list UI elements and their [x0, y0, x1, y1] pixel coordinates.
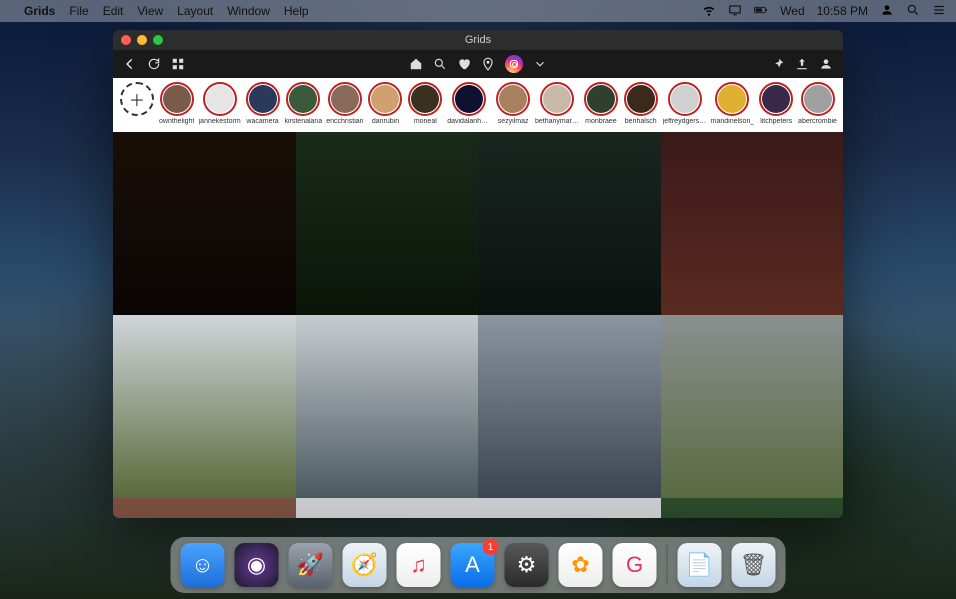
wifi-icon[interactable]: [702, 3, 716, 20]
story-username: ericchristian: [326, 118, 363, 125]
story-item[interactable]: mandinelson_: [711, 82, 755, 125]
story-item[interactable]: benhalsch: [623, 82, 659, 125]
feed-tile[interactable]: [296, 498, 479, 518]
dock-doc[interactable]: 📄: [678, 543, 722, 587]
dock-app-finder[interactable]: ☺: [181, 543, 225, 587]
window-title: Grids: [113, 34, 843, 46]
story-item[interactable]: wacamera: [245, 82, 281, 125]
menubar-item-window[interactable]: Window: [227, 4, 270, 18]
feed-tile[interactable]: [113, 498, 296, 518]
story-item[interactable]: abercrombie: [798, 82, 837, 125]
feed-tile[interactable]: [113, 132, 296, 315]
story-username: bethanymari...: [535, 118, 579, 125]
battery-icon[interactable]: [754, 3, 768, 20]
profile-icon[interactable]: [819, 57, 833, 71]
feed-tile[interactable]: [478, 132, 661, 315]
spotlight-icon[interactable]: [906, 3, 920, 20]
menubar-item-help[interactable]: Help: [284, 4, 309, 18]
story-username: sezyilmaz: [498, 118, 529, 125]
dock-app-music[interactable]: ♫: [397, 543, 441, 587]
instagram-icon[interactable]: [505, 55, 523, 73]
menubar-app-name[interactable]: Grids: [24, 4, 55, 18]
dock-app-safari[interactable]: 🧭: [343, 543, 387, 587]
story-item[interactable]: ownthelight: [159, 82, 195, 125]
story-item[interactable]: monbraee: [583, 82, 619, 125]
feed-tile[interactable]: [113, 315, 296, 498]
feed-tile[interactable]: [661, 315, 844, 498]
story-item[interactable]: danrubin: [368, 82, 404, 125]
macos-dock: ☺◉🚀🧭♫A1⚙✿G 📄🗑: [171, 537, 786, 593]
story-username: jeffreydgerson: [663, 118, 707, 125]
story-username: monbraee: [585, 118, 617, 125]
story-username: benhalsch: [625, 118, 657, 125]
story-item[interactable]: ericchristian: [326, 82, 363, 125]
dock-app-siri[interactable]: ◉: [235, 543, 279, 587]
story-item[interactable]: kirstenalana: [284, 82, 322, 125]
story-username: davidalanhar...: [447, 118, 491, 125]
menubar-time[interactable]: 10:58 PM: [817, 4, 868, 18]
location-icon[interactable]: [481, 57, 495, 71]
story-item[interactable]: sezyilmaz: [495, 82, 531, 125]
refresh-icon[interactable]: [147, 57, 161, 71]
search-icon[interactable]: [433, 57, 447, 71]
story-username: litchpeters: [760, 118, 792, 125]
story-username: danrubin: [372, 118, 399, 125]
menubar-item-layout[interactable]: Layout: [177, 4, 213, 18]
story-username: ownthelight: [159, 118, 194, 125]
story-username: jannekestorm: [199, 118, 241, 125]
app-toolbar: [113, 50, 843, 78]
dock-app-store[interactable]: A1: [451, 543, 495, 587]
feed-tile[interactable]: [296, 132, 479, 315]
notification-center-icon[interactable]: [932, 3, 946, 20]
window-titlebar[interactable]: Grids: [113, 30, 843, 50]
feed-tile[interactable]: [478, 315, 661, 498]
user-icon[interactable]: [880, 3, 894, 20]
dock-app-grids[interactable]: G: [613, 543, 657, 587]
story-item[interactable]: litchpeters: [758, 82, 794, 125]
menubar-day[interactable]: Wed: [780, 4, 804, 18]
story-username: mandinelson_: [711, 118, 755, 125]
story-item[interactable]: davidalanhar...: [447, 82, 491, 125]
chevron-down-icon[interactable]: [533, 57, 547, 71]
dock-app-sysprefs[interactable]: ⚙: [505, 543, 549, 587]
pin-icon[interactable]: [771, 57, 785, 71]
dock-badge: 1: [483, 539, 499, 555]
feed-tile[interactable]: [661, 132, 844, 315]
story-item[interactable]: jannekestorm: [199, 82, 241, 125]
dock-app-launch[interactable]: 🚀: [289, 543, 333, 587]
grid-view-icon[interactable]: [171, 57, 185, 71]
story-username: moneal: [414, 118, 437, 125]
story-username: kirstenalana: [284, 118, 322, 125]
story-item[interactable]: jeffreydgerson: [663, 82, 707, 125]
story-username: wacamera: [246, 118, 278, 125]
dock-app-photos[interactable]: ✿: [559, 543, 603, 587]
macos-menubar: Grids File Edit View Layout Window Help …: [0, 0, 956, 22]
stories-row: ＋ ownthelight jannekestorm wacamera kirstena…: [113, 78, 843, 132]
menubar-item-edit[interactable]: Edit: [103, 4, 124, 18]
feed-tile[interactable]: [296, 315, 479, 498]
display-icon[interactable]: [728, 3, 742, 20]
menubar-item-view[interactable]: View: [137, 4, 163, 18]
feed-tile[interactable]: [478, 498, 661, 518]
feed-grid: [113, 132, 843, 518]
story-username: abercrombie: [798, 118, 837, 125]
back-icon[interactable]: [123, 57, 137, 71]
upload-icon[interactable]: [795, 57, 809, 71]
heart-icon[interactable]: [457, 57, 471, 71]
dock-trash[interactable]: 🗑: [732, 543, 776, 587]
grids-window: Grids ＋ ownthelight jannekestorm wacamera ki…: [113, 30, 843, 518]
story-item[interactable]: moneal: [407, 82, 443, 125]
home-icon[interactable]: [409, 57, 423, 71]
story-item[interactable]: bethanymari...: [535, 82, 579, 125]
feed-tile[interactable]: [661, 498, 844, 518]
dock-separator: [667, 545, 668, 585]
menubar-item-file[interactable]: File: [69, 4, 88, 18]
story-add[interactable]: ＋: [119, 82, 155, 118]
